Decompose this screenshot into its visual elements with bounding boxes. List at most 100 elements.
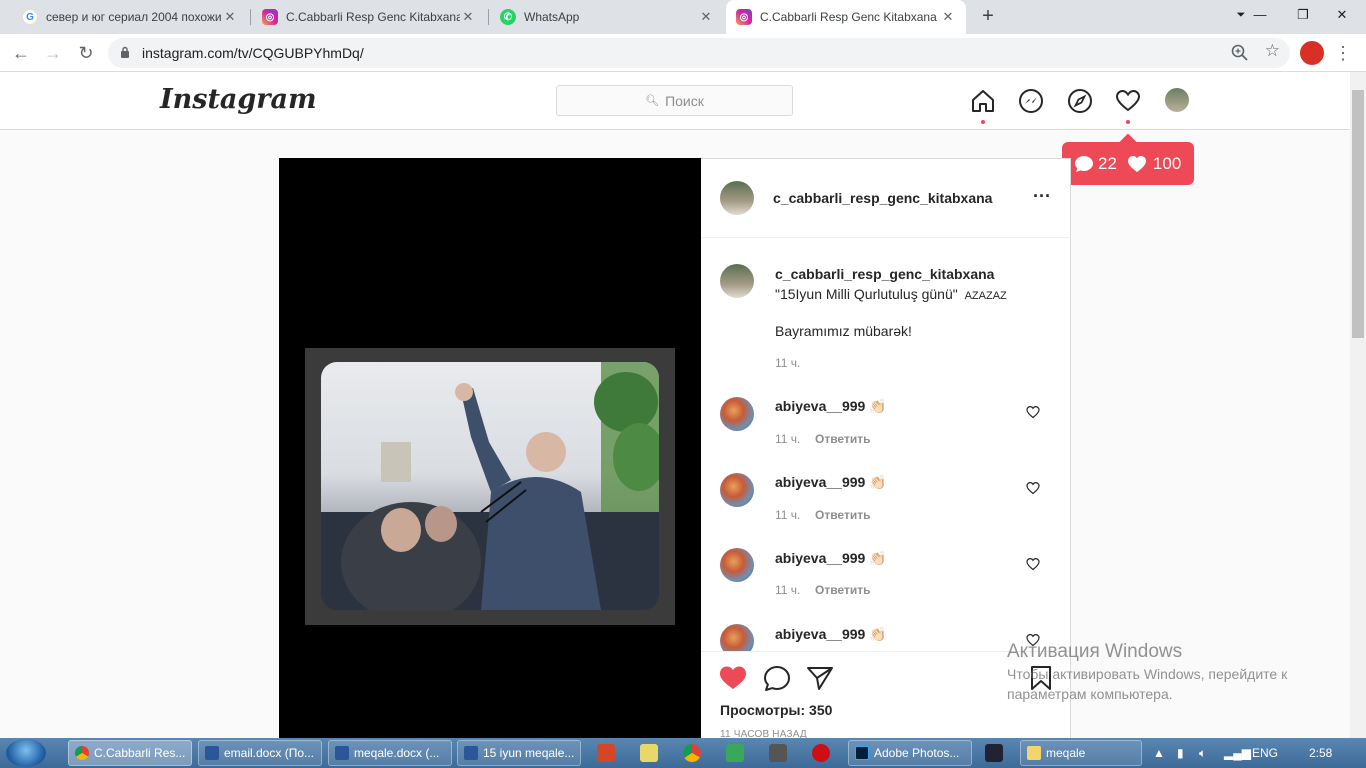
commenter-avatar[interactable] bbox=[720, 397, 754, 431]
post-photo bbox=[305, 348, 675, 625]
instagram-header: Instagram 🔍︎ Поиск bbox=[0, 72, 1350, 130]
author-avatar[interactable] bbox=[720, 264, 754, 298]
taskbar-item-word-meqale[interactable]: meqale.docx (... bbox=[328, 740, 452, 766]
tab-title: C.Cabbarli Resp Genc Kitabxana bbox=[286, 10, 460, 24]
comment-like-heart-icon[interactable] bbox=[1026, 405, 1040, 419]
tab-title: WhatsApp bbox=[524, 10, 580, 24]
opera-icon[interactable] bbox=[812, 744, 830, 762]
comment-username[interactable]: abiyeva__999 👏🏻 bbox=[775, 474, 887, 491]
activity-notification-popup[interactable]: 22 100 bbox=[1062, 142, 1194, 185]
windows-activation-line1: Чтобы активировать Windows, перейдите к bbox=[1007, 666, 1288, 682]
search-icon: 🔍︎ bbox=[645, 95, 660, 107]
instagram-logo[interactable]: Instagram bbox=[160, 84, 317, 115]
caption-timestamp: 11 ч. bbox=[775, 356, 801, 370]
activity-heart-icon[interactable] bbox=[1115, 88, 1141, 114]
start-button[interactable] bbox=[6, 739, 46, 767]
comment-count: 22 bbox=[1098, 153, 1117, 173]
flag-emojis: AZAZAZ bbox=[964, 290, 1007, 302]
reply-button[interactable]: Ответить bbox=[815, 583, 870, 597]
comment-icon[interactable] bbox=[763, 665, 791, 693]
back-arrow-icon[interactable]: ← bbox=[8, 40, 34, 66]
taskbar-item-chrome[interactable]: C.Cabbarli Res... bbox=[68, 740, 192, 766]
chrome-quicklaunch-icon[interactable] bbox=[683, 744, 701, 762]
author-avatar[interactable] bbox=[720, 181, 754, 215]
explore-compass-icon[interactable] bbox=[1067, 88, 1093, 114]
search-input[interactable]: 🔍︎ Поиск bbox=[556, 85, 793, 116]
powerpoint-icon[interactable] bbox=[597, 744, 615, 762]
restore-icon[interactable]: ❐ bbox=[1283, 0, 1323, 34]
volume-icon[interactable]: 🔈︎ bbox=[1199, 746, 1206, 761]
bookmark-star-icon[interactable]: ☆ bbox=[1265, 41, 1280, 61]
tab-divider bbox=[250, 9, 251, 25]
lock-icon bbox=[121, 46, 129, 58]
app-quicklaunch-icon[interactable] bbox=[985, 744, 1003, 762]
home-icon[interactable] bbox=[970, 88, 996, 114]
browser-tab-whatsapp[interactable]: ✆ WhatsApp ✕ bbox=[490, 0, 724, 34]
post-author-username[interactable]: c_cabbarli_resp_genc_kitabxana bbox=[773, 190, 992, 206]
forward-arrow-icon[interactable]: → bbox=[40, 40, 66, 66]
clock[interactable]: 2:58 bbox=[1309, 746, 1332, 760]
caption-line-2: Bayramımız mübarək! bbox=[775, 323, 912, 339]
close-tab-icon[interactable]: ✕ bbox=[940, 9, 956, 25]
network-signal-icon[interactable]: ▂▄▆ bbox=[1224, 746, 1251, 760]
close-window-icon[interactable]: ✕ bbox=[1322, 0, 1362, 34]
comment-timestamp: 11 ч. bbox=[775, 583, 801, 597]
comment-like-heart-icon[interactable] bbox=[1026, 481, 1040, 495]
more-options-icon[interactable]: ··· bbox=[1033, 186, 1051, 207]
tab-divider bbox=[488, 9, 489, 25]
instagram-icon: ◎ bbox=[262, 9, 278, 25]
taskbar-item-folder[interactable]: meqale bbox=[1020, 740, 1142, 766]
word-icon bbox=[464, 746, 478, 760]
comment-timestamp: 11 ч. bbox=[775, 508, 801, 522]
messenger-icon[interactable] bbox=[1018, 88, 1044, 114]
close-tab-icon[interactable]: ✕ bbox=[460, 9, 476, 25]
comment-like-heart-icon[interactable] bbox=[1026, 557, 1040, 571]
reply-button[interactable]: Ответить bbox=[815, 432, 870, 446]
comment-username[interactable]: abiyeva__999 👏🏻 bbox=[775, 550, 887, 567]
share-paper-plane-icon[interactable] bbox=[806, 665, 834, 691]
caption-text: "15Iyun Milli Qurlutuluş günü" AZAZAZ bbox=[775, 286, 1007, 302]
address-bar[interactable]: instagram.com/tv/CQGUBPYhmDq/ ☆ bbox=[108, 38, 1290, 68]
taskbar-item-label: meqale bbox=[1046, 746, 1086, 760]
comment-username[interactable]: abiyeva__999 👏🏻 bbox=[775, 626, 887, 643]
app-quicklaunch-icon[interactable] bbox=[726, 744, 744, 762]
chrome-icon bbox=[75, 746, 89, 760]
comment-bubble-icon bbox=[1075, 155, 1093, 172]
word-icon bbox=[205, 746, 219, 760]
liked-heart-icon[interactable] bbox=[719, 665, 747, 691]
scrollbar-thumb[interactable] bbox=[1352, 90, 1364, 338]
browser-menu-icon[interactable]: ⋮ bbox=[1334, 42, 1352, 64]
caption-author-username[interactable]: c_cabbarli_resp_genc_kitabxana bbox=[775, 266, 994, 282]
browser-tab-instagram-active[interactable]: ◎ C.Cabbarli Resp Genc Kitabxana ✕ bbox=[726, 0, 966, 34]
comment-user-text: abiyeva__999 bbox=[775, 550, 866, 566]
new-tab-button[interactable]: + bbox=[976, 5, 1000, 29]
commenter-avatar[interactable] bbox=[720, 548, 754, 582]
reload-icon[interactable]: ↻ bbox=[73, 40, 99, 66]
notepad-icon[interactable] bbox=[640, 744, 658, 762]
like-heart-icon bbox=[1127, 155, 1146, 172]
reply-button[interactable]: Ответить bbox=[815, 508, 870, 522]
taskbar-item-label: 15 iyun meqale... bbox=[483, 746, 575, 760]
tray-expand-icon[interactable]: ▲ bbox=[1153, 746, 1165, 760]
browser-tab-google[interactable]: G север и юг сериал 2004 похожие ✕ bbox=[12, 0, 248, 34]
comment-username[interactable]: abiyeva__999 👏🏻 bbox=[775, 398, 887, 415]
app-quicklaunch-icon[interactable] bbox=[769, 744, 787, 762]
browser-toolbar: ← → ↻ instagram.com/tv/CQGUBPYhmDq/ ☆ ⋮ bbox=[0, 34, 1366, 72]
close-tab-icon[interactable]: ✕ bbox=[222, 9, 238, 25]
clap-emoji: 👏🏻 bbox=[869, 550, 887, 566]
zoom-icon[interactable] bbox=[1230, 43, 1250, 63]
close-tab-icon[interactable]: ✕ bbox=[698, 9, 714, 25]
commenter-avatar[interactable] bbox=[720, 473, 754, 507]
tray-device-icon[interactable]: ▮ bbox=[1177, 746, 1184, 760]
user-avatar[interactable] bbox=[1165, 88, 1189, 112]
taskbar-item-photoshop[interactable]: Adobe Photos... bbox=[848, 740, 972, 766]
taskbar-item-word-15iyun[interactable]: 15 iyun meqale... bbox=[457, 740, 581, 766]
caption-line-1: "15Iyun Milli Qurlutuluş günü" bbox=[775, 286, 958, 302]
browser-tab-instagram-1[interactable]: ◎ C.Cabbarli Resp Genc Kitabxana ✕ bbox=[252, 0, 486, 34]
profile-avatar[interactable] bbox=[1300, 41, 1324, 65]
browser-tabstrip: G север и юг сериал 2004 похожие ✕ ◎ C.C… bbox=[0, 0, 1366, 34]
taskbar-item-word-email[interactable]: email.docx (По... bbox=[198, 740, 322, 766]
minimize-icon[interactable]: — bbox=[1240, 0, 1280, 34]
photo-scene bbox=[321, 362, 659, 610]
language-indicator[interactable]: ENG bbox=[1252, 746, 1278, 760]
